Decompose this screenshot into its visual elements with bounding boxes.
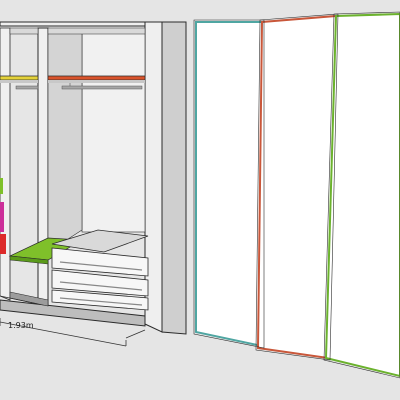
red-shelf — [47, 75, 146, 81]
door-left[interactable] — [195, 21, 263, 348]
top-interior-right — [47, 27, 146, 35]
green-item-left — [0, 178, 3, 194]
central-divider-side — [47, 27, 83, 253]
sliding-doors — [193, 11, 400, 379]
red-item — [0, 234, 6, 254]
3d-viewport[interactable]: 1.93m — [0, 0, 400, 400]
door-right[interactable] — [324, 12, 400, 378]
side-panel-outer — [161, 21, 187, 335]
right-compartment-back — [81, 31, 146, 233]
top-panel — [0, 21, 161, 27]
hanging-rail-left — [15, 85, 39, 90]
top-interior — [9, 27, 39, 35]
dimension-label: 1.93m — [8, 321, 34, 330]
shelf-underside-left — [0, 80, 38, 83]
shelf-underside-right — [48, 80, 145, 83]
magenta-item — [0, 202, 4, 232]
dimension-leader-end — [125, 329, 146, 339]
yellow-shelf — [0, 75, 39, 81]
left-divider — [0, 27, 11, 301]
door-middle[interactable] — [256, 14, 338, 360]
central-divider — [37, 27, 49, 314]
wardrobe-model: 1.93m — [0, 11, 400, 379]
hanging-rail-right — [61, 85, 143, 90]
